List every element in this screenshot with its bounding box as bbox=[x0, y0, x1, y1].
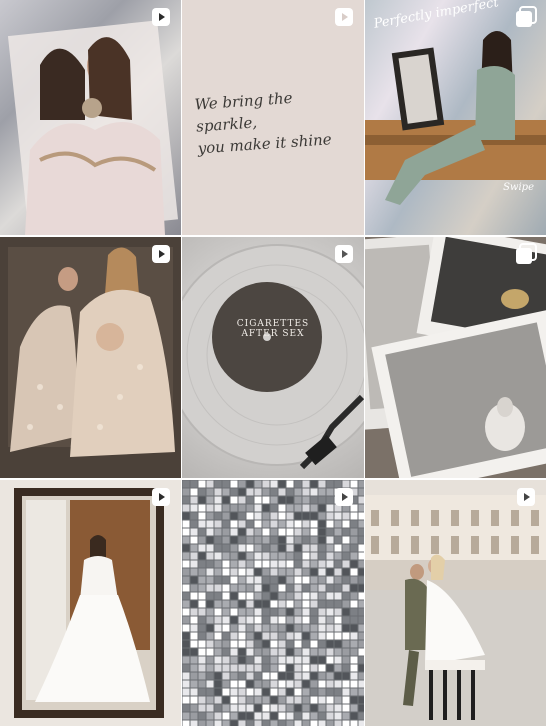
reel-icon bbox=[150, 243, 172, 265]
profile-post-grid: We bring the sparkle, you make it shine … bbox=[0, 0, 546, 726]
reel-icon bbox=[333, 6, 355, 28]
grid-post-1[interactable] bbox=[0, 0, 181, 235]
post-image-vinyl-record bbox=[182, 244, 364, 470]
grid-post-7[interactable] bbox=[0, 480, 181, 726]
post-image-two-women-blowing-glitter bbox=[7, 20, 179, 235]
reel-icon bbox=[150, 486, 172, 508]
carousel-icon bbox=[515, 243, 537, 265]
grid-post-2[interactable]: We bring the sparkle, you make it shine bbox=[182, 0, 364, 235]
grid-post-5[interactable]: CIGARETTES AFTER SEX bbox=[182, 237, 364, 478]
carousel-icon bbox=[515, 6, 537, 28]
grid-post-4[interactable] bbox=[0, 237, 181, 478]
post-image-woman-on-bench bbox=[365, 31, 546, 205]
reel-icon bbox=[150, 6, 172, 28]
grid-post-3[interactable]: Perfectly imperfect Swipe bbox=[365, 0, 546, 235]
post-quote-text: We bring the sparkle, you make it shine bbox=[194, 88, 333, 158]
post-image-silver-sequins bbox=[182, 480, 364, 726]
record-label-title: CIGARETTES AFTER SEX bbox=[236, 319, 310, 339]
reel-icon bbox=[515, 486, 537, 508]
reel-icon bbox=[333, 243, 355, 265]
grid-post-6[interactable] bbox=[365, 237, 546, 478]
swipe-hint: Swipe bbox=[503, 182, 534, 193]
post-image-couple-kissing bbox=[365, 480, 546, 726]
post-image-printed-photos bbox=[365, 237, 546, 478]
grid-post-8[interactable] bbox=[182, 480, 364, 726]
grid-post-9[interactable] bbox=[365, 480, 546, 726]
post-image-bride-in-frame bbox=[0, 480, 181, 726]
reel-icon bbox=[333, 486, 355, 508]
post-image-mother-daughter-tulle bbox=[0, 237, 181, 478]
